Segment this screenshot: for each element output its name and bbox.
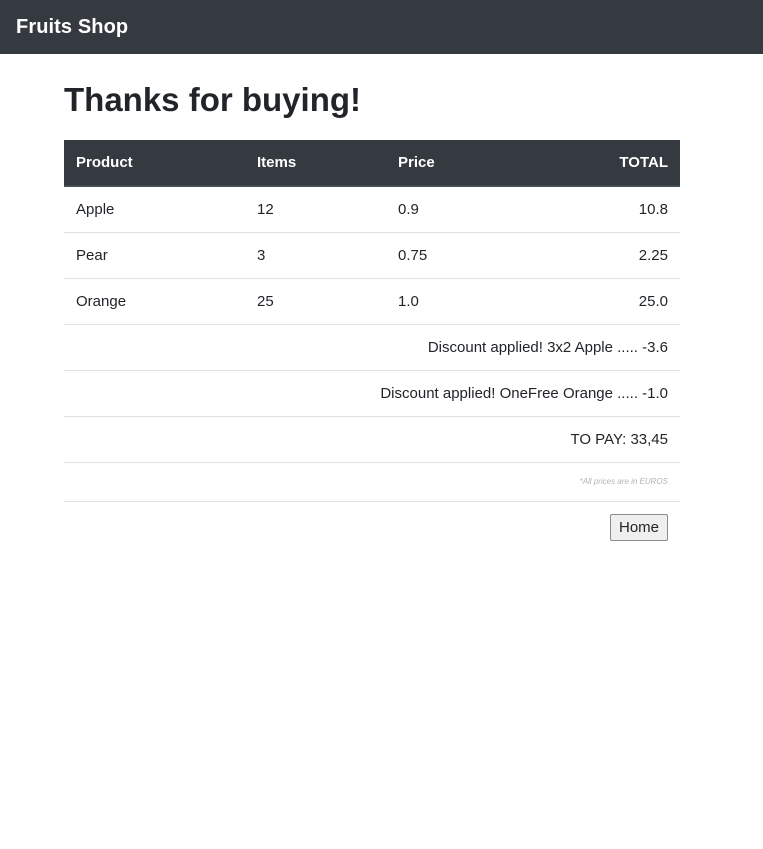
currency-note: *All prices are in EUROS — [64, 462, 680, 502]
page-title: Thanks for buying! — [64, 81, 361, 118]
main-content: Thanks for buying! Product Items Price T… — [64, 54, 680, 541]
cell-product: Pear — [64, 232, 245, 279]
discount-row: Discount applied! OneFree Orange ..... -… — [64, 370, 680, 417]
cell-price: 1.0 — [386, 278, 536, 325]
table-row: Pear 3 0.75 2.25 — [64, 232, 680, 279]
cell-total: 25.0 — [536, 278, 680, 325]
cell-items: 12 — [245, 186, 386, 233]
navbar: Fruits Shop — [0, 0, 763, 54]
cell-product: Orange — [64, 278, 245, 325]
table-row: Apple 12 0.9 10.8 — [64, 186, 680, 233]
order-table: Product Items Price TOTAL Apple 12 0.9 1… — [64, 140, 680, 502]
cell-total: 10.8 — [536, 186, 680, 233]
currency-note-row: *All prices are in EUROS — [64, 462, 680, 502]
discount-text: Discount applied! OneFree Orange ..... -… — [64, 370, 680, 417]
cell-items: 25 — [245, 278, 386, 325]
brand-link[interactable]: Fruits Shop — [16, 16, 128, 39]
to-pay-text: TO PAY: 33,45 — [64, 416, 680, 463]
table-header: Product Items Price TOTAL — [64, 140, 680, 187]
column-header-items: Items — [245, 140, 386, 187]
actions-bar: Home — [64, 502, 680, 541]
column-header-total: TOTAL — [536, 140, 680, 187]
column-header-product: Product — [64, 140, 245, 187]
cell-price: 0.75 — [386, 232, 536, 279]
home-button[interactable]: Home — [609, 513, 668, 541]
cell-price: 0.9 — [386, 186, 536, 233]
discount-text: Discount applied! 3x2 Apple ..... -3.6 — [64, 324, 680, 371]
header-row: Product Items Price TOTAL — [64, 140, 680, 187]
discount-row: Discount applied! 3x2 Apple ..... -3.6 — [64, 324, 680, 371]
cell-items: 3 — [245, 232, 386, 279]
column-header-price: Price — [386, 140, 536, 187]
to-pay-row: TO PAY: 33,45 — [64, 416, 680, 463]
table-row: Orange 25 1.0 25.0 — [64, 278, 680, 325]
table-body: Apple 12 0.9 10.8 Pear 3 0.75 2.25 Orang… — [64, 186, 680, 502]
cell-product: Apple — [64, 186, 245, 233]
cell-total: 2.25 — [536, 232, 680, 279]
